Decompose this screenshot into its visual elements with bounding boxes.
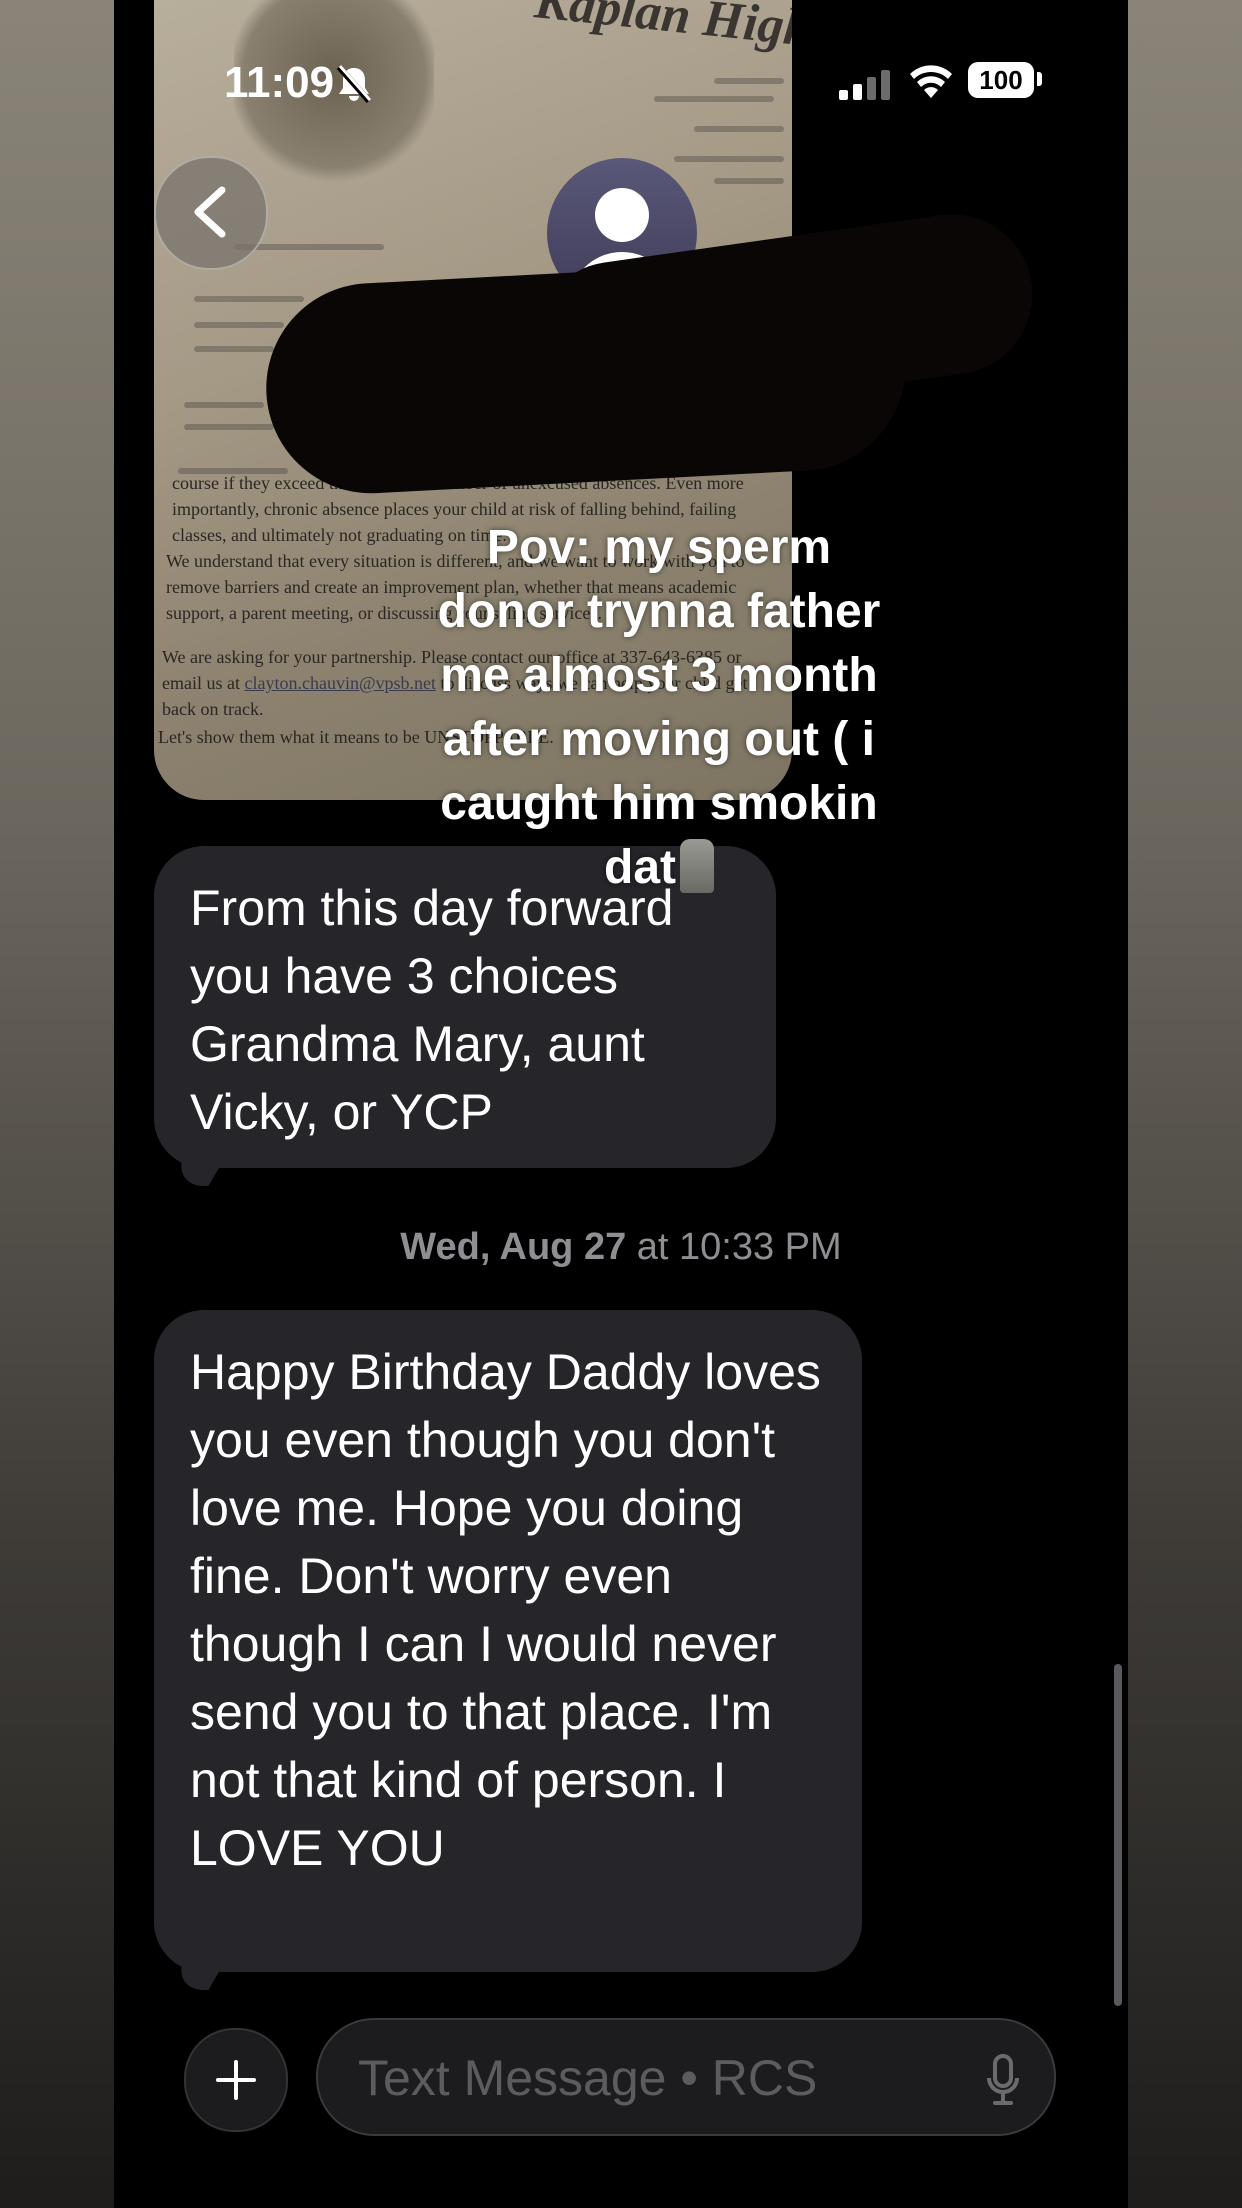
message-timestamp: Wed, Aug 27 at 10:33 PM (400, 1226, 842, 1268)
wifi-icon (908, 64, 954, 105)
message-text: From this day forward you have 3 choices… (190, 880, 674, 1140)
redaction-mark (260, 255, 912, 499)
bell-slash-icon (336, 64, 372, 109)
status-time: 11:09 (224, 58, 335, 107)
scrollbar[interactable] (1114, 1664, 1122, 2006)
microphone-icon[interactable] (986, 2054, 1020, 2111)
moai-emoji-icon (680, 839, 714, 893)
message-text: Happy Birthday Daddy loves you even thou… (190, 1344, 821, 1876)
chevron-left-icon (194, 186, 226, 238)
photo-email: clayton.chauvin@vpsb.net (244, 673, 437, 693)
back-button[interactable] (154, 156, 268, 270)
incoming-message-bubble[interactable]: Happy Birthday Daddy loves you even thou… (154, 1310, 862, 1990)
messages-screen: Kaplan High School course if they exceed… (114, 0, 1128, 2208)
battery-indicator: 100 (968, 62, 1034, 98)
status-bar: 11:09 100 (114, 52, 1128, 112)
cellular-signal-icon (839, 70, 891, 105)
message-input-container[interactable] (316, 2018, 1056, 2136)
add-attachment-button[interactable] (184, 2028, 288, 2132)
caption-overlay: Pov: my sperm donor trynna father me alm… (437, 521, 881, 894)
message-input[interactable] (356, 2042, 920, 2114)
